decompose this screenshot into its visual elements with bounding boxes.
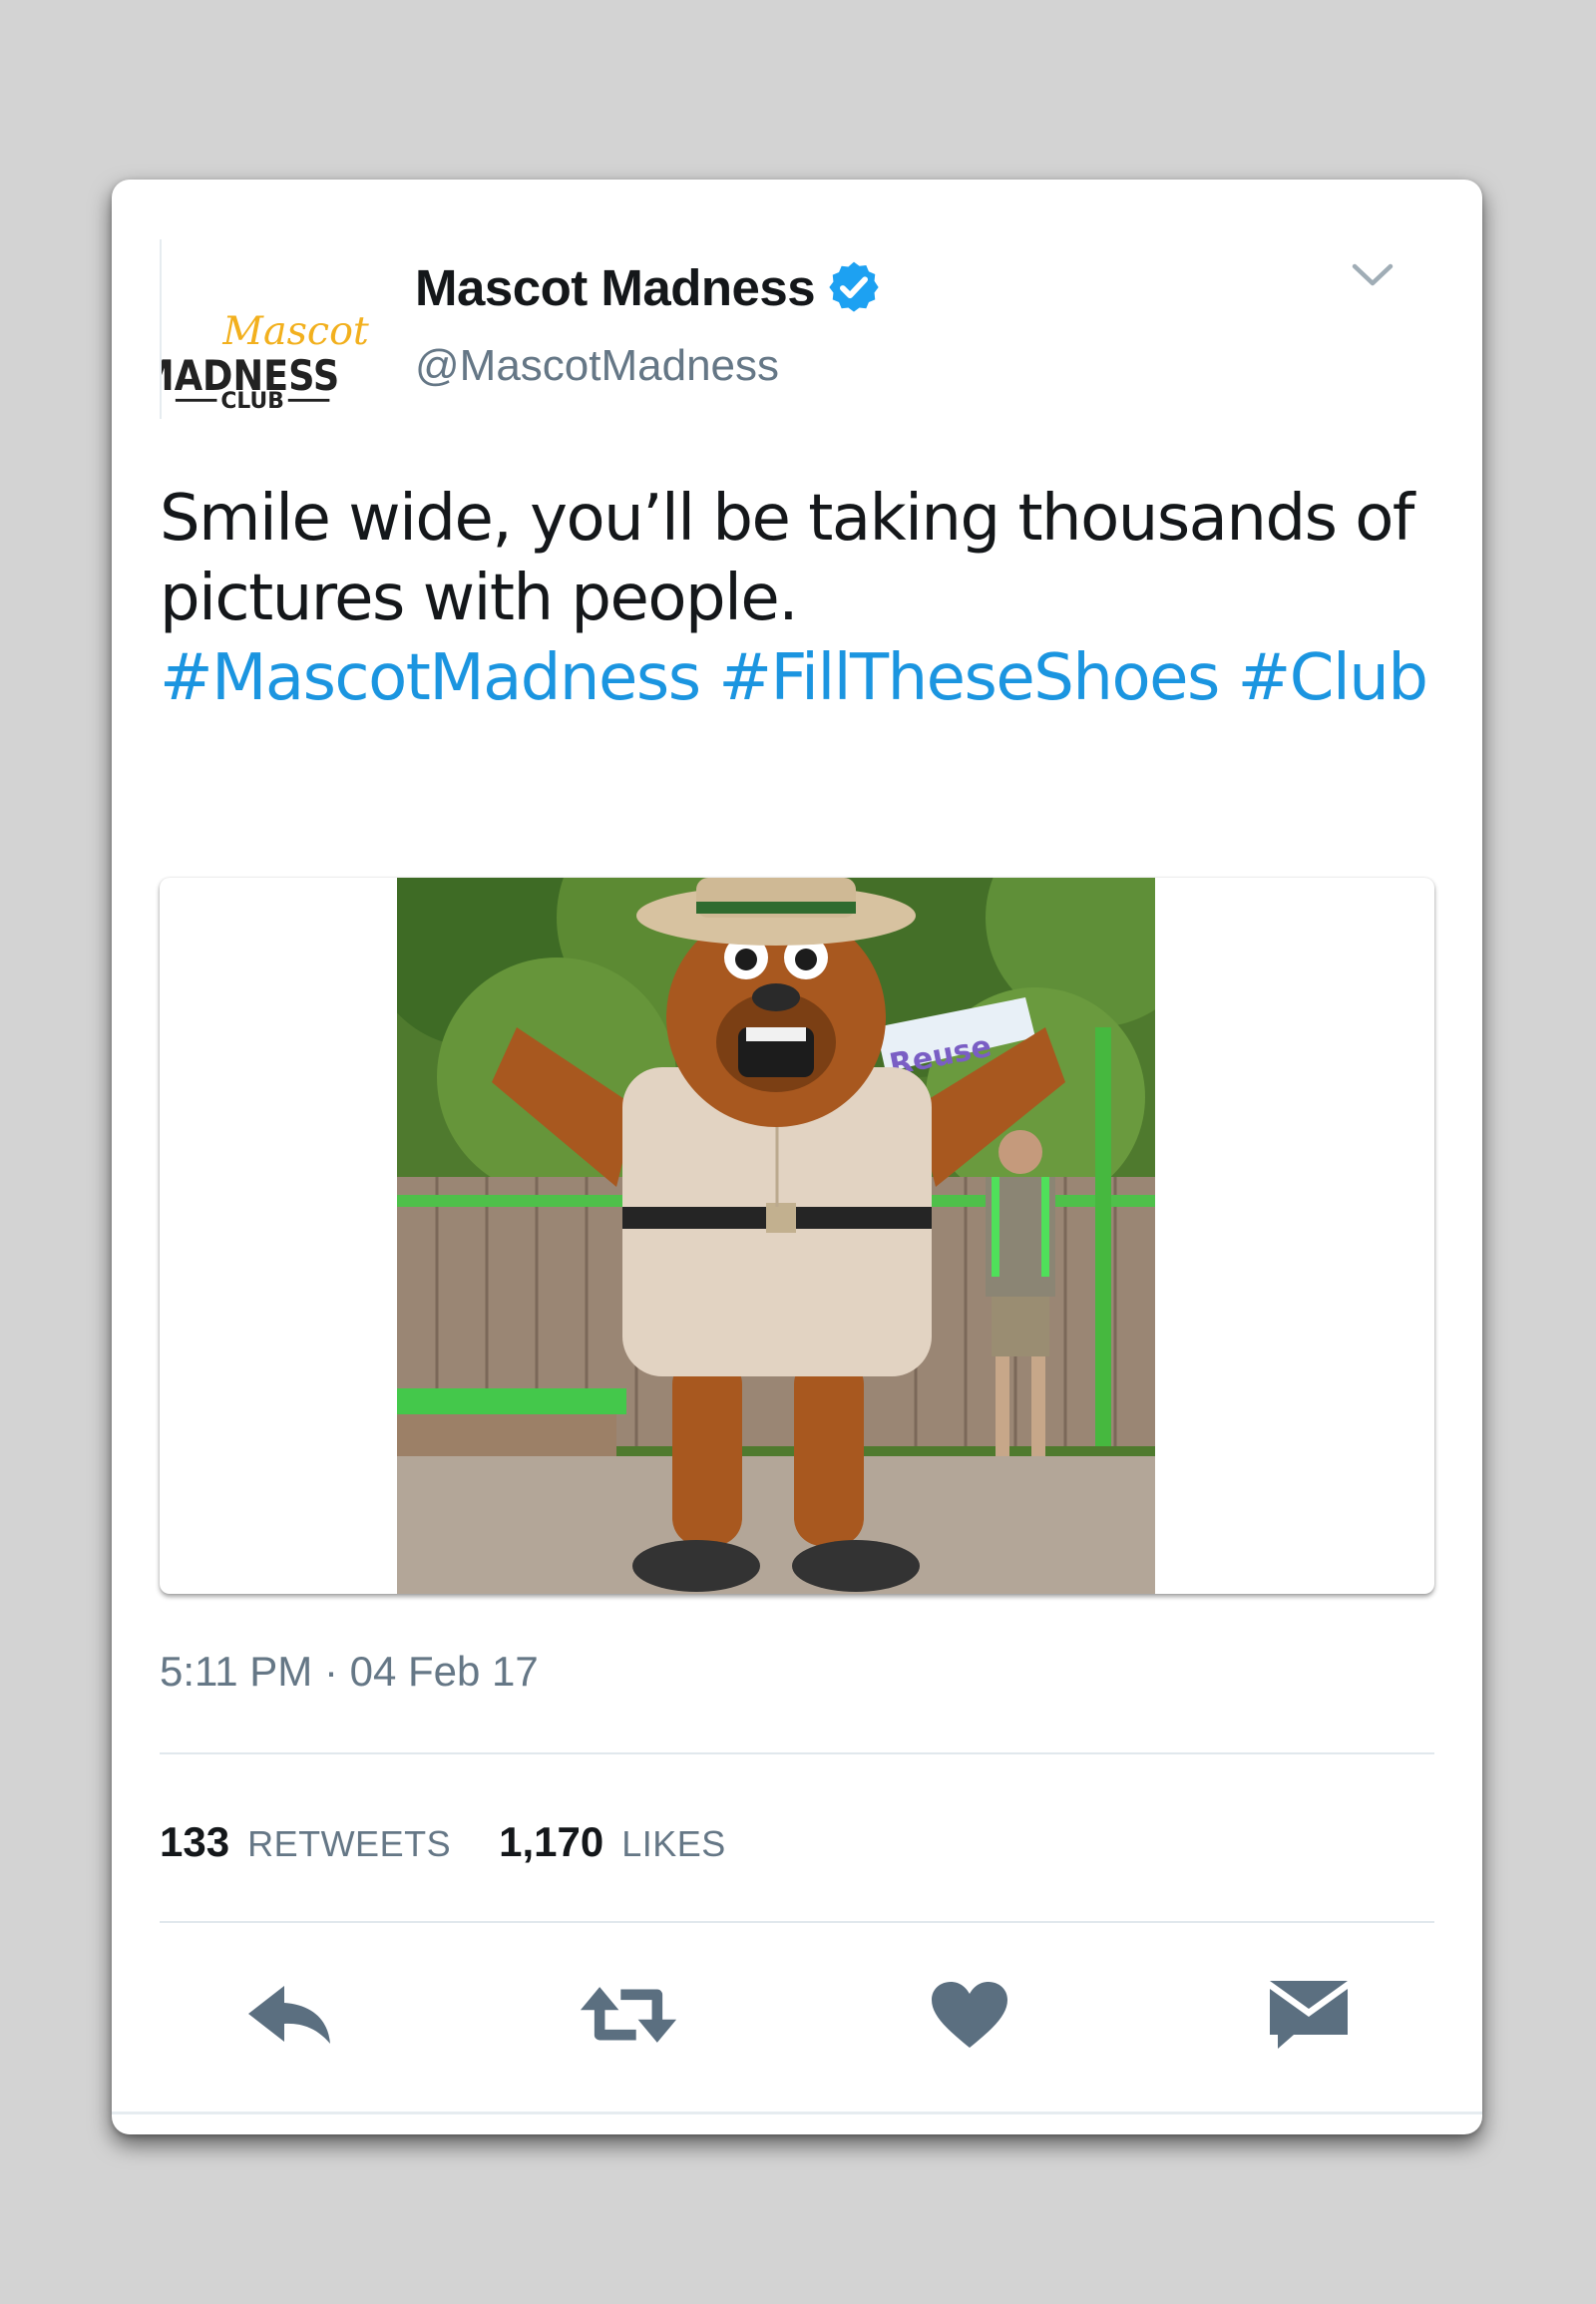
chevron-down-icon[interactable]	[1351, 261, 1395, 289]
engagement-stats: 133 RETWEETS 1,170 LIKES	[160, 1818, 774, 1866]
mascot-photo-illustration: Reuse	[397, 878, 1155, 1594]
likes-count: 1,170	[499, 1818, 604, 1865]
direct-message-icon	[1270, 1981, 1348, 2049]
verified-badge-icon	[829, 261, 879, 312]
divider	[160, 1752, 1434, 1754]
like-button[interactable]	[920, 1975, 1019, 2055]
like-icon	[932, 1982, 1007, 2048]
logo-script-word: Mascot	[221, 308, 369, 354]
tweet-photo[interactable]: Reuse	[397, 878, 1155, 1594]
avatar[interactable]: Mascot MADNESS CLUB	[160, 239, 369, 419]
likes-stat[interactable]: 1,170 LIKES	[499, 1818, 726, 1866]
reply-icon	[248, 1986, 330, 2044]
hashtag-list: #MascotMadness #FillTheseShoes #Club	[160, 638, 1446, 718]
display-name[interactable]: Mascot Madness	[415, 258, 816, 317]
reply-button[interactable]	[241, 1975, 341, 2055]
tweet-card: Mascot MADNESS CLUB Mascot Madness @Masc…	[112, 180, 1482, 2134]
retweets-stat[interactable]: 133 RETWEETS	[160, 1818, 451, 1866]
tweet-text-line: Smile wide, you’ll be taking thousands o…	[160, 482, 1414, 556]
tweet-text-line: pictures with people.	[160, 562, 799, 635]
retweet-button[interactable]	[579, 1975, 678, 2055]
media-container: Reuse	[160, 878, 1434, 1594]
mascot-madness-club-logo: Mascot MADNESS CLUB	[162, 308, 369, 414]
direct-message-button[interactable]	[1259, 1975, 1359, 2055]
hashtag-link[interactable]: #FillTheseShoes	[718, 641, 1220, 715]
username-handle[interactable]: @MascotMadness	[415, 341, 779, 391]
logo-sub-word: CLUB	[220, 389, 283, 414]
tweet-timestamp[interactable]: 5:11 PM · 04 Feb 17	[160, 1648, 539, 1696]
retweets-label: RETWEETS	[247, 1823, 452, 1864]
hashtag-link[interactable]: #Club	[1238, 641, 1428, 715]
divider	[160, 1921, 1434, 1923]
tweet-text: Smile wide, you’ll be taking thousands o…	[160, 479, 1446, 718]
retweets-count: 133	[160, 1818, 230, 1865]
hashtag-link[interactable]: #MascotMadness	[160, 641, 701, 715]
likes-label: LIKES	[621, 1823, 726, 1864]
retweet-icon	[580, 1987, 677, 2043]
author-name-row: Mascot Madness	[415, 257, 883, 317]
